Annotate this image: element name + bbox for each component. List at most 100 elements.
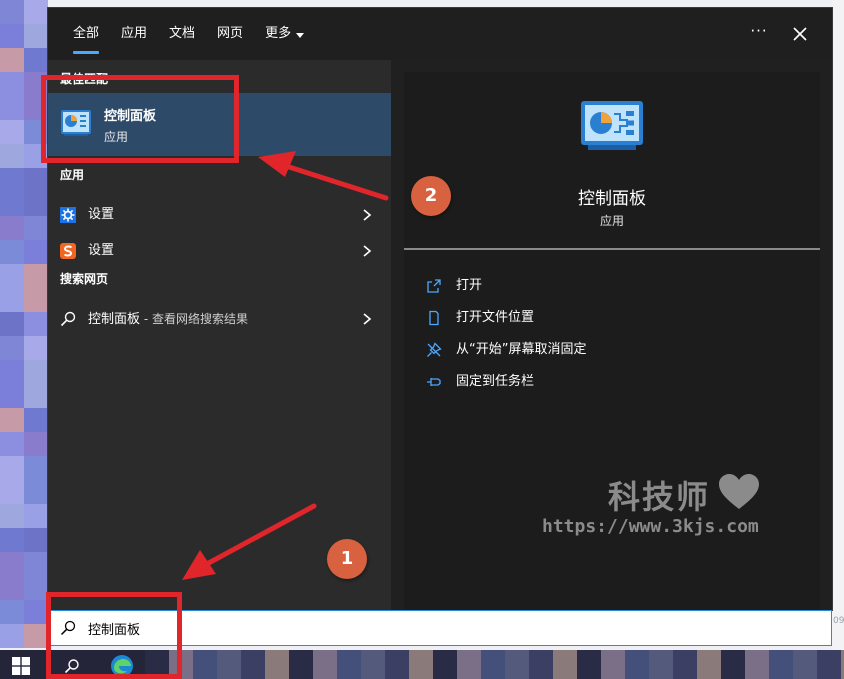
sogou-s-icon (60, 243, 76, 259)
taskbar-app-block (697, 650, 721, 679)
mosaic-tile (0, 576, 24, 600)
tab-documents[interactable]: 文档 (158, 8, 206, 60)
mosaic-tile (24, 408, 48, 432)
close-icon (793, 27, 807, 41)
taskbar-app-block (241, 650, 265, 679)
tab-label: 全部 (73, 26, 100, 41)
unpin-icon (427, 342, 442, 357)
taskbar-app-block (577, 650, 601, 679)
web-search-result[interactable]: 控制面板 - 查看网络搜索结果 (48, 301, 391, 337)
section-apps: 应用 (60, 168, 85, 182)
step-badge-2: 2 (411, 176, 451, 216)
chevron-right-icon (363, 245, 372, 257)
taskbar-app-block (601, 650, 625, 679)
search-filter-bar: 全部 应用 文档 网页 更多 ··· (48, 8, 832, 60)
mosaic-tile (24, 576, 48, 600)
mosaic-tile (0, 192, 24, 216)
chevron-right-icon (363, 209, 372, 221)
mosaic-tile (0, 600, 24, 624)
detail-subtitle: 应用 (599, 214, 624, 228)
mosaic-tile (0, 432, 24, 456)
tab-all[interactable]: 全部 (62, 8, 110, 60)
section-search-web: 搜索网页 (60, 272, 109, 286)
mosaic-tile (24, 216, 48, 240)
detail-panel: 控制面板 应用 打开 打开文件位置 从“开始”屏幕取消固定 固定到任务栏 科技师… (404, 72, 820, 610)
tab-label: 网页 (217, 26, 244, 41)
mosaic-tile (24, 600, 48, 624)
taskbar-app-block (529, 650, 553, 679)
highlight-box-best-match (41, 75, 239, 163)
tab-label: 应用 (121, 26, 148, 41)
mosaic-tile (24, 456, 48, 480)
web-search-label: 控制面板 - 查看网络搜索结果 (88, 301, 248, 338)
detail-title: 控制面板 (578, 189, 646, 209)
close-button[interactable] (786, 20, 814, 48)
mosaic-tile (0, 240, 24, 264)
mosaic-tile (24, 168, 48, 192)
action-label: 打开文件位置 (456, 310, 535, 325)
mosaic-tile (0, 552, 24, 576)
windows-start-icon[interactable] (12, 657, 30, 675)
filter-tabs: 全部 应用 文档 网页 更多 (62, 8, 315, 60)
mosaic-tile (24, 480, 48, 504)
detail-divider (404, 248, 820, 250)
mosaic-tile (24, 24, 48, 48)
more-options-button[interactable]: ··· (742, 20, 776, 48)
action-label: 打开 (456, 278, 483, 293)
mosaic-tile (0, 48, 24, 72)
mosaic-tile (0, 312, 24, 336)
mosaic-tile (0, 216, 24, 240)
open-icon (427, 279, 441, 293)
tab-web[interactable]: 网页 (206, 8, 254, 60)
taskbar-app-block (265, 650, 289, 679)
taskbar-app-block (457, 650, 481, 679)
taskbar-app-block (505, 650, 529, 679)
taskbar-app-block (433, 650, 457, 679)
search-input[interactable] (88, 616, 788, 640)
mosaic-tile (0, 288, 24, 312)
action-label: 固定到任务栏 (456, 374, 535, 389)
watermark-url: https://www.3kjs.com (542, 516, 759, 537)
caret-down-icon (296, 32, 305, 38)
mosaic-tile (0, 144, 24, 168)
taskbar-app-block (385, 650, 409, 679)
mosaic-tile (0, 120, 24, 144)
taskbar-app-block (409, 650, 433, 679)
pin-icon (427, 378, 441, 386)
mosaic-tile (24, 552, 48, 576)
watermark-brand: 科技师 (608, 478, 711, 516)
mosaic-tile (0, 0, 24, 24)
mosaic-tile (0, 504, 24, 528)
action-label: 从“开始”屏幕取消固定 (456, 342, 587, 357)
background-text-fragment: 098 (833, 616, 844, 626)
mosaic-tile (24, 624, 48, 648)
mosaic-tile (0, 264, 24, 288)
mosaic-tile (0, 456, 24, 480)
taskbar-app-block (553, 650, 577, 679)
mosaic-tile (0, 72, 24, 96)
taskbar-app-block (745, 650, 769, 679)
app-result-settings[interactable]: 设置 (48, 197, 391, 233)
settings-gear-icon (60, 207, 76, 223)
mosaic-tile (24, 288, 48, 312)
app-result-sogou-settings[interactable]: 设置 (48, 233, 391, 269)
mosaic-tile (24, 432, 48, 456)
mosaic-tile (24, 192, 48, 216)
mosaic-tile (24, 336, 48, 360)
mosaic-tile (24, 384, 48, 408)
tab-more[interactable]: 更多 (254, 8, 315, 60)
tab-apps[interactable]: 应用 (110, 8, 158, 60)
mosaic-tile (0, 480, 24, 504)
taskbar-app-block (217, 650, 241, 679)
tab-label: 更多 (265, 26, 292, 41)
taskbar-app-block (313, 650, 337, 679)
taskbar-app-block (361, 650, 385, 679)
app-result-label: 设置 (88, 243, 115, 258)
app-result-label: 设置 (88, 207, 115, 222)
mosaic-tile (24, 264, 48, 288)
taskbar-app-block (673, 650, 697, 679)
taskbar-app-block (481, 650, 505, 679)
taskbar-app-block (625, 650, 649, 679)
mosaic-tile (0, 408, 24, 432)
taskbar-app-block (337, 650, 361, 679)
